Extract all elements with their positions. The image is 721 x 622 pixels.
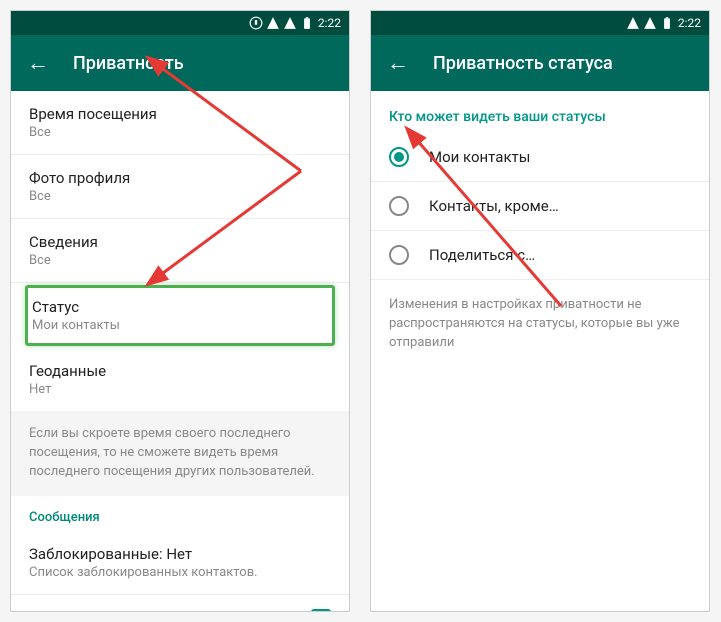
radio-selected-icon[interactable] <box>389 147 409 167</box>
setting-subtitle: Список заблокированных контактов. <box>29 565 331 580</box>
radio-unselected-icon[interactable] <box>389 196 409 216</box>
setting-title: Геоданные <box>29 362 331 380</box>
setting-blocked[interactable]: Заблокированные: Нет Список заблокирован… <box>11 531 349 595</box>
setting-title: Статус <box>32 298 328 316</box>
radio-share-with[interactable]: Поделиться с… <box>371 231 709 280</box>
battery-icon <box>300 16 314 30</box>
app-bar: ← Приватность статуса <box>371 35 709 91</box>
radio-label: Мои контакты <box>429 148 530 166</box>
phone-screen-privacy: 2:22 ← Приватность Время посещения Все Ф… <box>10 10 350 612</box>
setting-about[interactable]: Сведения Все <box>11 219 349 283</box>
setting-status-highlighted[interactable]: Статус Мои контакты <box>25 285 335 346</box>
status-icons <box>249 16 314 30</box>
setting-title: Фото профиля <box>29 169 331 187</box>
radio-label: Поделиться с… <box>429 246 535 264</box>
signal-icon <box>626 16 640 30</box>
status-icons <box>626 16 674 30</box>
page-title: Приватность статуса <box>433 53 613 74</box>
privacy-note: Изменения в настройках приватности не ра… <box>371 280 709 369</box>
setting-profile-photo[interactable]: Фото профиля Все <box>11 155 349 219</box>
setting-value: Мои контакты <box>32 318 328 333</box>
status-bar: 2:22 <box>11 11 349 35</box>
status-privacy-content: Кто может видеть ваши статусы Мои контак… <box>371 91 709 369</box>
radio-label: Контакты, кроме… <box>429 197 559 215</box>
setting-value: Нет <box>29 382 331 397</box>
battery-icon <box>660 16 674 30</box>
checkbox-checked-icon[interactable] <box>311 609 331 612</box>
setting-value: Все <box>29 125 331 140</box>
settings-list: Время посещения Все Фото профиля Все Све… <box>11 91 349 612</box>
setting-title: Время посещения <box>29 105 331 123</box>
status-time: 2:22 <box>678 16 701 30</box>
notification-icon <box>249 16 263 30</box>
radio-my-contacts[interactable]: Мои контакты <box>371 133 709 182</box>
setting-read-receipts[interactable]: Отчеты о прочтении <box>11 595 349 612</box>
section-messages: Сообщения <box>11 496 349 531</box>
setting-title: Сведения <box>29 233 331 251</box>
setting-live-location[interactable]: Геоданные Нет <box>11 348 349 411</box>
back-arrow-icon[interactable]: ← <box>27 50 49 76</box>
signal-icon <box>266 16 280 30</box>
back-arrow-icon[interactable]: ← <box>387 50 409 76</box>
setting-title: Заблокированные: Нет <box>29 545 331 563</box>
app-bar: ← Приватность <box>11 35 349 91</box>
status-bar: 2:22 <box>371 11 709 35</box>
setting-last-seen[interactable]: Время посещения Все <box>11 91 349 155</box>
radio-contacts-except[interactable]: Контакты, кроме… <box>371 182 709 231</box>
setting-value: Все <box>29 189 331 204</box>
phone-screen-status-privacy: 2:22 ← Приватность статуса Кто может вид… <box>370 10 710 612</box>
info-text: Если вы скроете время своего последнего … <box>11 411 349 496</box>
wifi-icon <box>643 16 657 30</box>
page-title: Приватность <box>73 53 184 74</box>
setting-value: Все <box>29 253 331 268</box>
setting-title: Отчеты о прочтении <box>29 610 172 612</box>
section-who-can-see: Кто может видеть ваши статусы <box>371 91 709 133</box>
wifi-icon <box>283 16 297 30</box>
radio-unselected-icon[interactable] <box>389 245 409 265</box>
status-time: 2:22 <box>318 16 341 30</box>
